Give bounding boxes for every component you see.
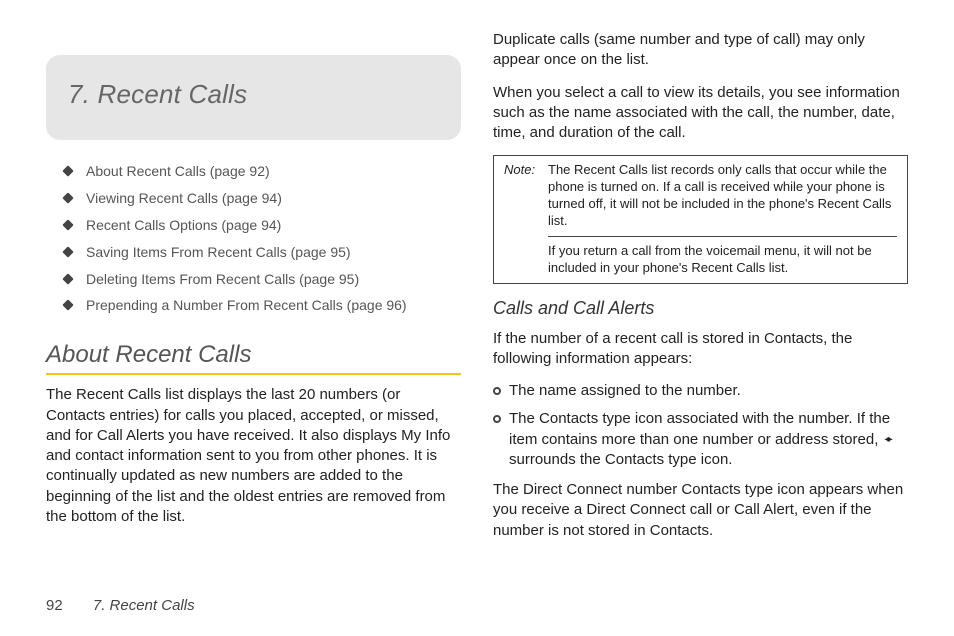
note-box: Note: The Recent Calls list records only… bbox=[493, 155, 908, 283]
arrows-icon: ◂▸ bbox=[885, 433, 891, 447]
heading-rule bbox=[46, 373, 461, 375]
toc-item-text: Recent Calls Options (page 94) bbox=[86, 216, 281, 235]
note-label-blank bbox=[504, 243, 548, 277]
note-label: Note: bbox=[504, 162, 548, 230]
toc-item: Recent Calls Options (page 94) bbox=[64, 216, 461, 235]
page-footer: 92 7. Recent Calls bbox=[46, 597, 195, 614]
diamond-icon bbox=[62, 192, 73, 203]
toc-item: Prepending a Number From Recent Calls (p… bbox=[64, 296, 461, 315]
running-head: 7. Recent Calls bbox=[93, 597, 195, 614]
circle-bullet-icon bbox=[493, 415, 501, 423]
note-text: If you return a call from the voicemail … bbox=[548, 243, 897, 277]
body-paragraph: The Direct Connect number Contacts type … bbox=[493, 480, 908, 541]
toc-item: About Recent Calls (page 92) bbox=[64, 162, 461, 181]
body-paragraph: When you select a call to view its detai… bbox=[493, 83, 908, 144]
toc-item-text: Saving Items From Recent Calls (page 95) bbox=[86, 243, 351, 262]
toc-item-text: Prepending a Number From Recent Calls (p… bbox=[86, 296, 407, 315]
bullet-list: The name assigned to the number. The Con… bbox=[493, 381, 908, 470]
list-item: The Contacts type icon associated with t… bbox=[493, 409, 908, 470]
toc-item: Viewing Recent Calls (page 94) bbox=[64, 189, 461, 208]
chapter-header-box: 7. Recent Calls bbox=[46, 55, 461, 140]
subsection-heading-calls-alerts: Calls and Call Alerts bbox=[493, 298, 908, 319]
body-paragraph: Duplicate calls (same number and type of… bbox=[493, 30, 908, 71]
chapter-title: 7. Recent Calls bbox=[68, 79, 439, 110]
list-item-text: The Contacts type icon associated with t… bbox=[509, 409, 908, 470]
section-heading-about: About Recent Calls bbox=[46, 341, 461, 369]
list-item-text-part: The Contacts type icon associated with t… bbox=[509, 410, 890, 447]
chapter-toc: About Recent Calls (page 92) Viewing Rec… bbox=[46, 162, 461, 315]
body-paragraph: If the number of a recent call is stored… bbox=[493, 329, 908, 370]
diamond-icon bbox=[62, 219, 73, 230]
diamond-icon bbox=[62, 165, 73, 176]
list-item-text-part: surrounds the Contacts type icon. bbox=[509, 451, 732, 468]
diamond-icon bbox=[62, 273, 73, 284]
body-paragraph: The Recent Calls list displays the last … bbox=[46, 385, 461, 527]
toc-item: Deleting Items From Recent Calls (page 9… bbox=[64, 270, 461, 289]
toc-item: Saving Items From Recent Calls (page 95) bbox=[64, 243, 461, 262]
toc-item-text: Viewing Recent Calls (page 94) bbox=[86, 189, 282, 208]
toc-item-text: Deleting Items From Recent Calls (page 9… bbox=[86, 270, 359, 289]
list-item: The name assigned to the number. bbox=[493, 381, 908, 401]
circle-bullet-icon bbox=[493, 387, 501, 395]
toc-item-text: About Recent Calls (page 92) bbox=[86, 162, 270, 181]
diamond-icon bbox=[62, 300, 73, 311]
page-number: 92 bbox=[46, 597, 63, 614]
note-text: The Recent Calls list records only calls… bbox=[548, 162, 897, 230]
list-item-text: The name assigned to the number. bbox=[509, 381, 741, 401]
diamond-icon bbox=[62, 246, 73, 257]
